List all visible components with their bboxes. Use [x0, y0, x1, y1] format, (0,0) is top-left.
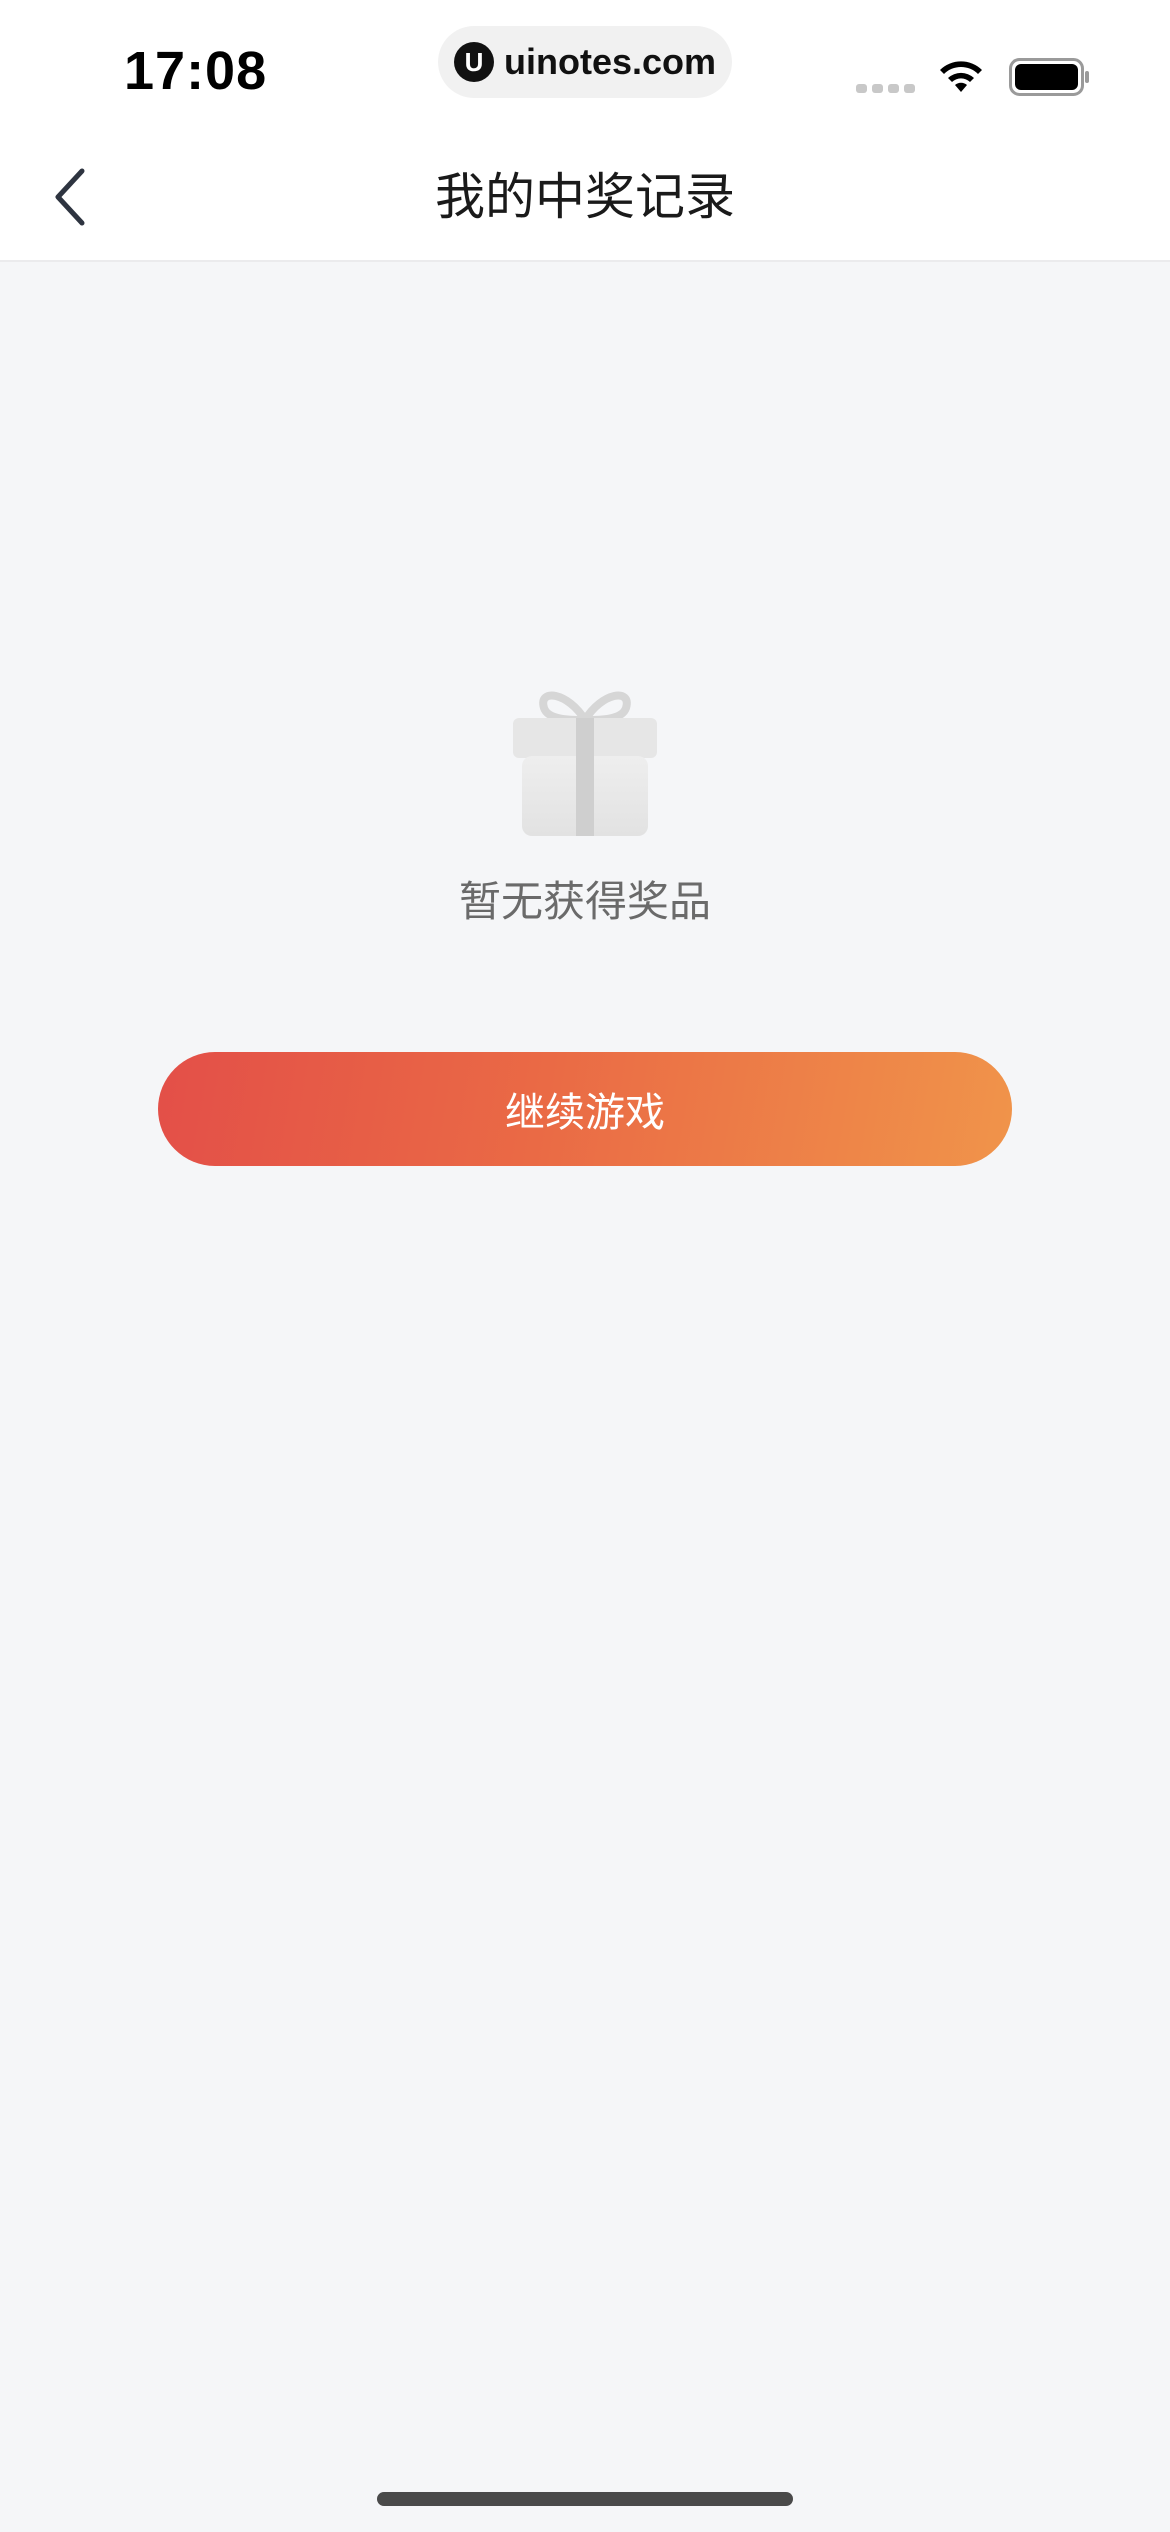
- empty-state-message: 暂无获得奖品: [458, 877, 711, 926]
- page-title: 我的中奖记录: [435, 168, 735, 226]
- status-time: 17:08: [124, 41, 268, 101]
- battery-icon: [1009, 58, 1089, 96]
- wifi-icon: [940, 61, 982, 92]
- gift-icon: [513, 691, 657, 836]
- url-text: uinotes.com: [504, 41, 717, 82]
- signal-icon: [856, 84, 915, 93]
- home-indicator[interactable]: [377, 2492, 793, 2506]
- navigation-bar: 我的中奖记录: [0, 132, 1170, 262]
- url-pill[interactable]: U uinotes.com: [438, 26, 732, 98]
- back-button[interactable]: [40, 162, 100, 232]
- chevron-left-icon: [55, 168, 85, 226]
- site-logo-icon: U: [454, 42, 494, 82]
- status-bar: 17:08 U uinotes.com: [0, 0, 1170, 132]
- continue-game-button[interactable]: 继续游戏: [158, 1052, 1012, 1166]
